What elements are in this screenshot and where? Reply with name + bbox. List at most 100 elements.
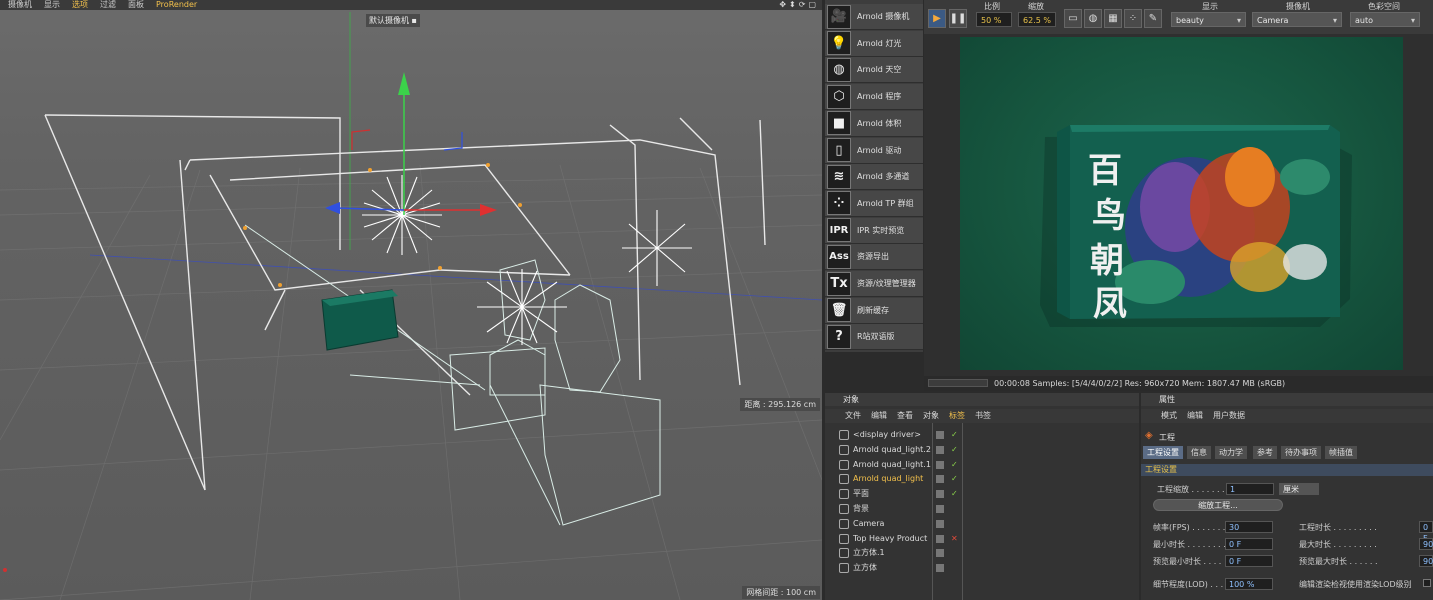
arnold-menu-label: R站双语版: [857, 332, 895, 342]
play-button[interactable]: ▶: [928, 9, 946, 28]
visibility-toggle[interactable]: [936, 534, 944, 543]
arnold-menu-label: IPR 实时预览: [857, 225, 905, 235]
visibility-toggle[interactable]: [936, 564, 944, 573]
list-item[interactable]: Camera: [825, 517, 1139, 531]
arnold-menu-item[interactable]: ■ Arnold 体积: [825, 110, 923, 137]
visibility-toggle[interactable]: [936, 460, 944, 469]
scale-project-button[interactable]: 缩放工程...: [1153, 499, 1283, 511]
obj-menu-view[interactable]: 查看: [897, 409, 913, 423]
tab-reference[interactable]: 参考: [1253, 446, 1277, 459]
object-name: Camera: [853, 518, 885, 528]
tab-dynamics[interactable]: 动力学: [1215, 446, 1247, 459]
min-time-field[interactable]: 0 F: [1225, 538, 1273, 550]
arnold-menu-item[interactable]: 🎥 Arnold 摄像机: [825, 4, 923, 30]
obj-menu-bookmarks[interactable]: 书签: [975, 409, 991, 423]
project-time-field[interactable]: 0 F: [1419, 521, 1433, 543]
region-icon[interactable]: ▭: [1064, 9, 1082, 28]
object-type-icon: [839, 489, 849, 500]
vp-menu-options[interactable]: 选项: [72, 0, 88, 10]
list-item[interactable]: 立方体.1: [825, 546, 1139, 560]
attr-menu-userdata[interactable]: 用户数据: [1213, 409, 1245, 423]
arnold-menu-item[interactable]: ⁘ Arnold TP 群组: [825, 190, 923, 217]
fps-field[interactable]: 30: [1225, 521, 1273, 533]
attr-menu-edit[interactable]: 编辑: [1187, 409, 1203, 423]
visibility-toggle[interactable]: [936, 431, 944, 439]
camera-dropdown[interactable]: Camera: [1252, 12, 1342, 28]
object-name: 背景: [853, 504, 869, 513]
obj-menu-tags[interactable]: 标签: [949, 409, 965, 423]
viewport-camera-label[interactable]: 默认摄像机 ▪: [366, 14, 420, 27]
dots-icon[interactable]: ⁘: [1124, 9, 1142, 28]
camera-icon: 🎥: [827, 4, 851, 29]
object-type-icon: [839, 548, 849, 559]
enabled-check-icon[interactable]: ✓: [951, 487, 958, 501]
visibility-toggle[interactable]: [936, 445, 944, 454]
layers-icon: ≋: [827, 164, 851, 189]
scale-field[interactable]: 1: [1226, 483, 1274, 495]
display-dropdown[interactable]: beauty: [1171, 12, 1246, 28]
list-item[interactable]: Arnold quad_light ✓: [825, 472, 1139, 486]
enabled-check-icon[interactable]: ✓: [951, 428, 958, 442]
enabled-check-icon[interactable]: ✓: [951, 443, 958, 457]
brush-icon[interactable]: ✎: [1144, 9, 1162, 28]
visibility-toggle[interactable]: [936, 519, 944, 528]
max-time-field[interactable]: 90: [1419, 538, 1433, 550]
render-image[interactable]: 百 鸟 朝 凤: [960, 37, 1403, 370]
vp-menu-display[interactable]: 显示: [44, 0, 60, 10]
tab-todo[interactable]: 待办事项: [1281, 446, 1321, 459]
vp-menu-filter[interactable]: 过滤: [100, 0, 116, 10]
arnold-menu-item[interactable]: 💡 Arnold 灯光: [825, 30, 923, 57]
arnold-menu-item[interactable]: Tx 资源/纹理管理器: [825, 271, 923, 297]
visibility-toggle[interactable]: [936, 505, 944, 513]
arnold-menu-item[interactable]: 🗑 刷新缓存: [825, 297, 923, 324]
viewport-3d[interactable]: 摄像机 显示 选项 过滤 面板 ProRender ✥ ⬍ ⟳ ▢ 默认摄像机 …: [0, 0, 822, 600]
tab-frame-interp[interactable]: 帧插值: [1325, 446, 1357, 459]
list-item[interactable]: Arnold quad_light.1 ✓: [825, 458, 1139, 472]
scale-unit-dropdown[interactable]: 厘米: [1279, 483, 1319, 495]
enabled-check-icon[interactable]: ✓: [951, 458, 958, 472]
arnold-menu-item[interactable]: ? R站双语版: [825, 324, 923, 351]
visibility-toggle[interactable]: [936, 549, 944, 558]
zoom-icon[interactable]: ⬍: [789, 0, 796, 10]
list-item[interactable]: 背景: [825, 502, 1139, 516]
lod-field[interactable]: 100 %: [1225, 578, 1273, 590]
arnold-menu-item[interactable]: ◍ Arnold 天空: [825, 57, 923, 84]
vp-menu-panel[interactable]: 面板: [128, 0, 144, 10]
ratio-field[interactable]: 50 %: [976, 12, 1012, 27]
disabled-icon[interactable]: ✕: [951, 532, 958, 546]
maximize-icon[interactable]: ▢: [808, 0, 816, 10]
list-item[interactable]: 立方体: [825, 561, 1139, 575]
attr-menu-mode[interactable]: 模式: [1161, 409, 1177, 423]
obj-menu-object[interactable]: 对象: [923, 409, 939, 423]
vp-menu-prorender[interactable]: ProRender: [156, 0, 197, 10]
ipr-icon: IPR: [827, 218, 851, 243]
colorspace-dropdown[interactable]: auto: [1350, 12, 1420, 28]
visibility-toggle[interactable]: [936, 490, 944, 499]
obj-menu-file[interactable]: 文件: [845, 409, 861, 423]
arnold-menu-item[interactable]: ≋ Arnold 多通道: [825, 164, 923, 191]
preview-max-field[interactable]: 90: [1419, 555, 1433, 567]
list-item[interactable]: <display driver> ✓: [825, 428, 1139, 442]
enabled-check-icon[interactable]: ✓: [951, 472, 958, 486]
move-icon[interactable]: ✥: [779, 0, 786, 10]
tab-project-settings[interactable]: 工程设置: [1143, 446, 1183, 459]
list-item[interactable]: Arnold quad_light.2 ✓: [825, 443, 1139, 457]
pause-button[interactable]: ❚❚: [949, 9, 967, 28]
tab-info[interactable]: 信息: [1187, 446, 1211, 459]
list-item[interactable]: 平面 ✓: [825, 487, 1139, 501]
arnold-menu-item[interactable]: Ass 资源导出: [825, 244, 923, 271]
arnold-menu-item[interactable]: ⬡ Arnold 程序: [825, 84, 923, 111]
zoom-label: 缩放: [1028, 2, 1044, 11]
zoom-field[interactable]: 62.5 %: [1018, 12, 1056, 27]
arnold-menu-item[interactable]: IPR IPR 实时预览: [825, 217, 923, 244]
rotate-icon[interactable]: ⟳: [799, 0, 806, 10]
globe-icon[interactable]: ◍: [1084, 9, 1102, 28]
preview-min-field[interactable]: 0 F: [1225, 555, 1273, 567]
arnold-menu-item[interactable]: ▯ Arnold 驱动: [825, 137, 923, 164]
grid-icon[interactable]: ▦: [1104, 9, 1122, 28]
vp-menu-camera[interactable]: 摄像机: [8, 0, 32, 10]
list-item[interactable]: Top Heavy Product ✕: [825, 532, 1139, 546]
obj-menu-edit[interactable]: 编辑: [871, 409, 887, 423]
render-lod-checkbox[interactable]: [1423, 579, 1431, 587]
visibility-toggle[interactable]: [936, 475, 944, 484]
